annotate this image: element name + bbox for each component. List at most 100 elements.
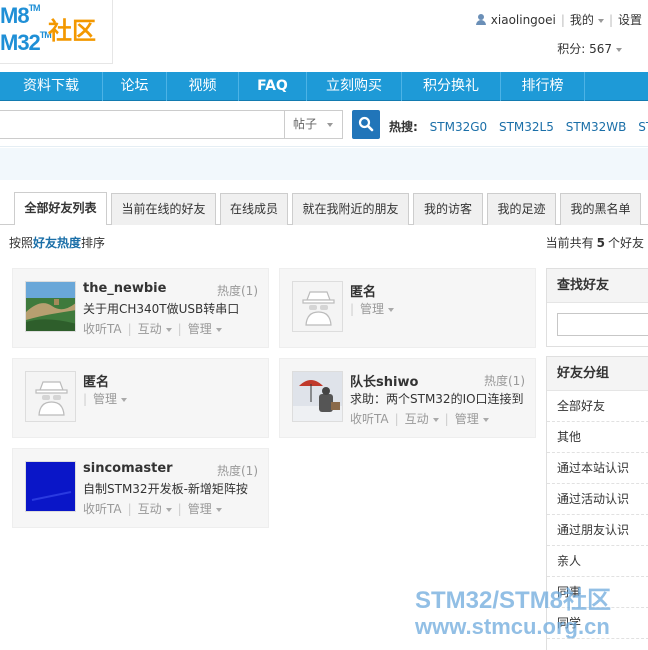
chevron-down-icon (165, 327, 172, 332)
chevron-down-icon (432, 417, 439, 422)
nav-item-buy[interactable]: 立刻购买 (307, 72, 401, 101)
hot-keyword[interactable]: STM32L5 (499, 120, 554, 134)
manage-menu[interactable]: 管理 (188, 502, 222, 516)
nav-item-video[interactable]: 视频 (167, 72, 238, 101)
hot-search: 热搜: STM32G0 STM32L5 STM32WB STM3 (389, 118, 648, 135)
interact-menu[interactable]: 互动 (138, 502, 172, 516)
logo-stm8: M8TM (0, 3, 41, 28)
nav-item-forum[interactable]: 论坛 (103, 72, 166, 101)
interact-menu[interactable]: 互动 (405, 412, 439, 426)
avatar[interactable] (292, 371, 343, 422)
find-friend-title: 查找好友 (547, 269, 648, 303)
friend-card: 队长shiwo 热度(1) 求助：两个STM32的IO口连接到 收听TA | 互动 |… (279, 358, 536, 438)
my-menu[interactable]: 我的 (570, 11, 604, 28)
follow-link[interactable]: 收听TA (83, 502, 122, 516)
site-header: M8TM M32TM 社区 xiaolingoei | 我的 | 设置 积分: … (0, 0, 648, 72)
main-nav: 资料下载 论坛 视频 FAQ 立刻购买 积分换礼 排行榜 (0, 72, 648, 101)
friend-actions: | 管理 (83, 390, 128, 407)
manage-menu[interactable]: 管理 (455, 412, 489, 426)
divider: | (608, 12, 613, 27)
hot-keyword[interactable]: STM32G0 (430, 120, 488, 134)
group-item-other[interactable]: 其他 (547, 422, 648, 453)
friend-heat: 热度(1) (217, 284, 258, 298)
group-item-all[interactable]: 全部好友 (547, 391, 648, 422)
friend-name[interactable]: 匿名 (350, 281, 376, 300)
avatar[interactable] (25, 281, 76, 332)
friend-name[interactable]: 匿名 (83, 371, 109, 390)
logo-community-text: 社区 (48, 17, 96, 45)
tab-nearby-friends[interactable]: 就在我附近的朋友 (292, 193, 409, 225)
group-item-event[interactable]: 通过活动认识 (547, 484, 648, 515)
avatar[interactable] (25, 371, 76, 422)
chevron-down-icon (165, 507, 172, 512)
friend-card: 匿名 | 管理 (279, 268, 536, 348)
friend-actions: 收听TA | 互动 | 管理 (350, 410, 489, 427)
username-link[interactable]: xiaolingoei (491, 13, 556, 27)
hot-keyword[interactable]: STM3 (638, 120, 648, 134)
nav-item-downloads[interactable]: 资料下载 (0, 72, 102, 101)
sort-key[interactable]: 好友热度 (33, 236, 81, 250)
anonymous-avatar-icon (293, 282, 342, 331)
group-item-friend[interactable]: 通过朋友认识 (547, 515, 648, 546)
search-button[interactable] (352, 110, 380, 139)
search-icon (358, 116, 374, 132)
nav-item-faq[interactable]: FAQ (239, 72, 306, 101)
chevron-down-icon (482, 417, 489, 422)
points-menu[interactable]: 积分: 567 (557, 40, 622, 57)
nav-item-points-exchange[interactable]: 积分换礼 (402, 72, 500, 101)
blue-avatar-icon (26, 462, 75, 511)
find-friend-input[interactable] (557, 313, 648, 336)
chevron-down-icon (388, 307, 395, 312)
hot-search-label: 热搜: (389, 120, 418, 134)
avatar[interactable] (292, 281, 343, 332)
friend-card: 匿名 | 管理 (12, 358, 269, 438)
tab-online-friends[interactable]: 当前在线的好友 (111, 193, 216, 225)
hot-keyword[interactable]: STM32WB (566, 120, 627, 134)
great-wall-photo-icon (26, 282, 75, 331)
search-type-select[interactable]: 帖子 (284, 110, 343, 139)
friend-heat: 热度(1) (217, 464, 258, 478)
tab-my-blacklist[interactable]: 我的黑名单 (560, 193, 641, 225)
search-input[interactable] (0, 110, 284, 139)
user-bar: xiaolingoei | 我的 | 设置 (475, 11, 642, 28)
interact-menu[interactable]: 互动 (138, 322, 172, 336)
chevron-down-icon (616, 47, 622, 52)
group-item-family[interactable]: 亲人 (547, 546, 648, 577)
watermark: STM32/STM8社区 www.stmcu.org.cn (415, 587, 612, 639)
chevron-down-icon (597, 18, 604, 23)
avatar[interactable] (25, 461, 76, 512)
chevron-down-icon (215, 327, 222, 332)
follow-link[interactable]: 收听TA (83, 322, 122, 336)
divider: | (560, 12, 565, 27)
friend-groups-title: 好友分组 (547, 357, 648, 391)
group-item-site[interactable]: 通过本站认识 (547, 453, 648, 484)
follow-link[interactable]: 收听TA (350, 412, 389, 426)
tab-online-members[interactable]: 在线成员 (220, 193, 288, 225)
friend-name[interactable]: 队长shiwo (350, 371, 418, 390)
friend-actions: 收听TA | 互动 | 管理 (83, 320, 222, 337)
chevron-down-icon (215, 507, 222, 512)
friend-name[interactable]: sincomaster (83, 461, 173, 476)
site-logo[interactable]: M8TM M32TM 社区 (0, 0, 113, 64)
friend-card: sincomaster 热度(1) 自制STM32开发板-新增矩阵按 收听TA |… (12, 448, 269, 528)
nav-item-ranking[interactable]: 排行榜 (501, 72, 584, 101)
nav-divider (584, 72, 585, 101)
manage-menu[interactable]: 管理 (93, 392, 128, 406)
tab-my-visitors[interactable]: 我的访客 (413, 193, 483, 225)
friend-count: 当前共有 5 个好友 (545, 236, 644, 250)
friend-name[interactable]: the_newbie (83, 281, 166, 296)
friend-latest-post[interactable]: 求助：两个STM32的IO口连接到 (350, 390, 530, 407)
tab-my-footprints[interactable]: 我的足迹 (487, 193, 556, 225)
search-bar: 帖子 热搜: STM32G0 STM32L5 STM32WB STM3 (0, 101, 648, 147)
manage-menu[interactable]: 管理 (188, 322, 222, 336)
breadcrumb-band (0, 148, 648, 180)
friend-latest-post[interactable]: 关于用CH340T做USB转串口 (83, 300, 263, 317)
friend-latest-post[interactable]: 自制STM32开发板-新增矩阵按 (83, 480, 263, 497)
sort-info: 按照好友热度排序 (9, 236, 106, 250)
tab-all-friends[interactable]: 全部好友列表 (14, 192, 107, 225)
friend-actions: | 管理 (350, 300, 395, 317)
anonymous-avatar-icon (26, 372, 75, 421)
umbrella-person-photo-icon (293, 372, 342, 421)
manage-menu[interactable]: 管理 (360, 302, 395, 316)
settings-link[interactable]: 设置 (618, 11, 642, 28)
